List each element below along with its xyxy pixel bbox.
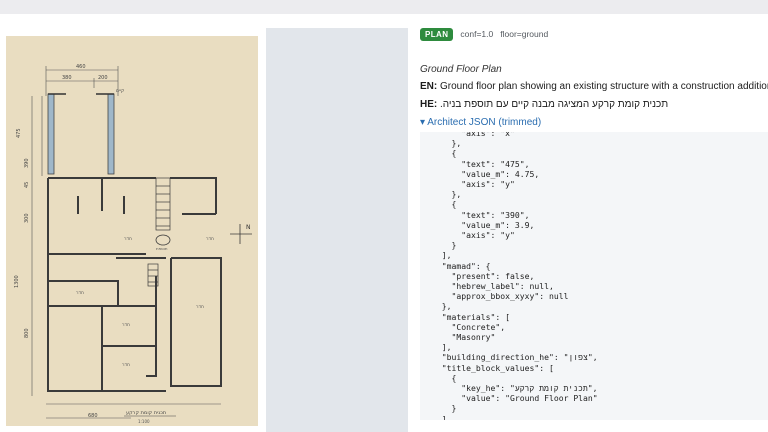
architect-json-code: "axis": "x" }, { "text": "475", "value_m… <box>441 132 598 420</box>
label-addition: תוספת <box>156 246 168 251</box>
dim-label-upper-left: 380 <box>62 75 72 81</box>
label-scale: 1:100 <box>138 419 150 424</box>
dim-label-left-5: 1300 <box>14 275 20 288</box>
architect-json-viewer[interactable]: "axis": "x" }, { "text": "475", "value_m… <box>420 132 768 420</box>
architect-json-toggle[interactable]: ▾ Architect JSON (trimmed) <box>420 117 768 130</box>
dim-label-upper-right: 200 <box>98 75 108 81</box>
description-en-text: Ground floor plan showing an existing st… <box>440 81 768 92</box>
floor-plan-image[interactable]: 460 380 200 475 390 45 300 1300 800 680 … <box>6 36 258 426</box>
room-label-4: חדר <box>122 323 130 328</box>
dim-label-top: 460 <box>76 64 86 70</box>
meta-row: PLAN conf=1.0 floor=ground <box>420 26 768 42</box>
confidence-text: conf=1.0 <box>460 29 494 39</box>
plan-title: Ground Floor Plan <box>420 64 502 75</box>
details-panel: PLAN conf=1.0 floor=ground Ground Floor … <box>420 26 768 432</box>
browser-top-bar <box>0 0 768 14</box>
dim-label-left-1: 475 <box>16 128 22 138</box>
room-label-6: חדר <box>122 363 130 368</box>
room-label-3: חדר <box>76 291 84 296</box>
description-en-label: EN: <box>420 81 438 92</box>
description-he: HE: תכנית קומת קרקע המציגה מבנה קיים עם … <box>420 99 768 112</box>
room-label-1: חדר <box>124 237 132 242</box>
room-label-5: חדר <box>196 305 204 310</box>
type-badge: PLAN <box>420 27 454 41</box>
description-en: EN: Ground floor plan showing an existin… <box>420 81 768 94</box>
north-arrow-label: N <box>246 224 251 231</box>
description-he-text: תכנית קומת קרקע המציגה מבנה קיים עם תוספ… <box>440 99 669 110</box>
floor-text: floor=ground <box>500 29 549 39</box>
description-he-label: HE: <box>420 99 438 110</box>
dim-label-left-6: 800 <box>24 328 30 338</box>
placeholder-card <box>266 28 408 432</box>
dim-label-left-2: 390 <box>24 158 30 168</box>
floor-plan-drawing: 460 380 200 475 390 45 300 1300 800 680 … <box>6 36 258 426</box>
plan-title-block: תכנית קומת קרקע <box>126 410 166 416</box>
dim-label-left-3: 45 <box>24 182 30 188</box>
label-existing: קיים <box>116 89 124 94</box>
room-label-2: חדר <box>206 237 214 242</box>
dim-label-bottom: 680 <box>88 413 98 419</box>
dim-label-left-4: 300 <box>24 213 30 223</box>
